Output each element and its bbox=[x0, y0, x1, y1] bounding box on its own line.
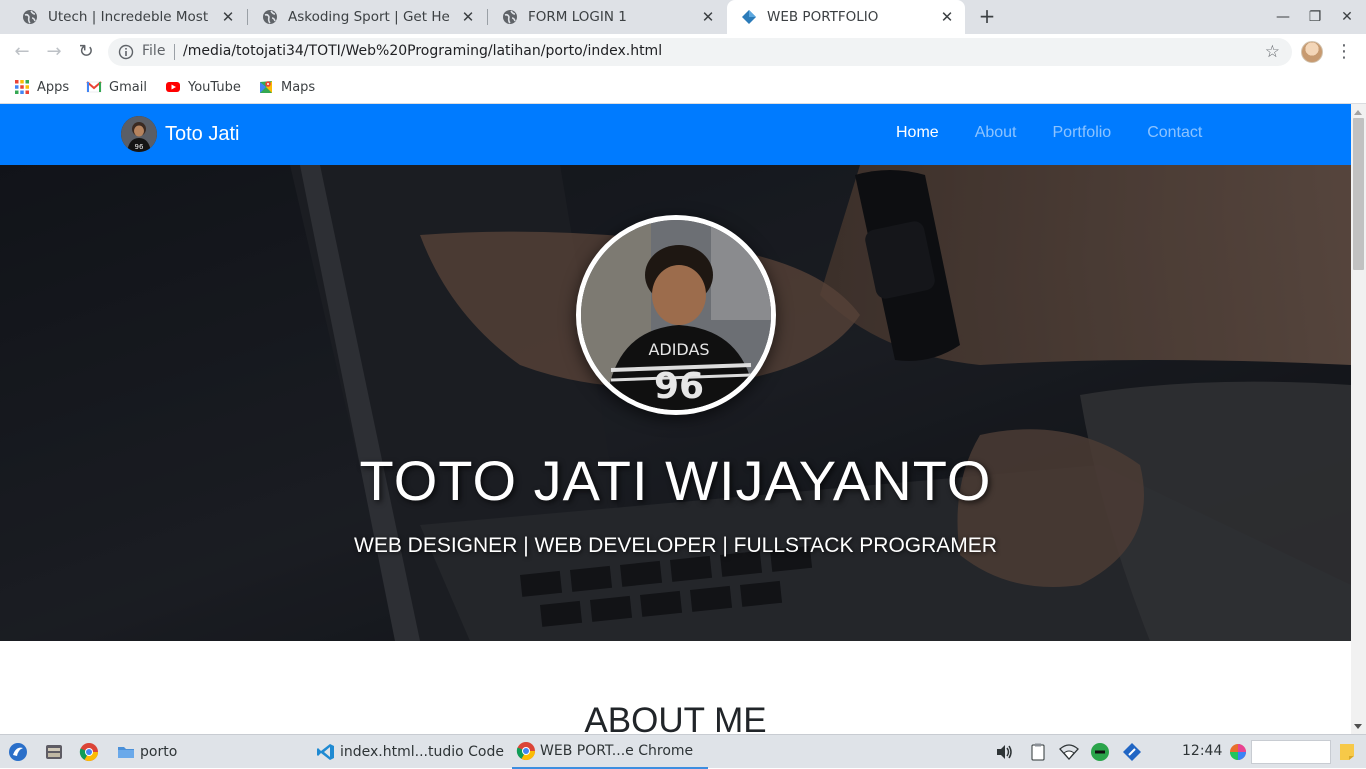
taskbar-item-label: WEB PORT...e Chrome bbox=[540, 743, 694, 759]
close-icon[interactable]: ✕ bbox=[700, 9, 716, 25]
apps-grid-icon bbox=[15, 80, 29, 94]
volume-icon[interactable] bbox=[994, 742, 1014, 762]
maps-icon bbox=[260, 81, 272, 93]
bookmark-youtube[interactable]: YouTube bbox=[165, 77, 241, 97]
bookmark-maps[interactable]: Maps bbox=[258, 77, 315, 97]
bookmark-apps[interactable]: Apps bbox=[14, 77, 69, 97]
bookmarks-bar: Apps Gmail YouTube Maps bbox=[0, 70, 1366, 104]
os-taskbar: porto index.html...tudio Code WEB PORT..… bbox=[0, 734, 1366, 769]
close-window-icon[interactable]: ✕ bbox=[1336, 6, 1358, 28]
bookmark-label: Maps bbox=[281, 79, 316, 95]
svg-text:ADIDAS: ADIDAS bbox=[648, 340, 709, 359]
bookmark-label: Apps bbox=[37, 79, 70, 95]
forward-arrow-icon[interactable]: → bbox=[42, 40, 66, 64]
close-icon[interactable]: ✕ bbox=[220, 9, 236, 25]
bookmark-label: YouTube bbox=[188, 79, 241, 95]
scroll-up-arrow-icon[interactable] bbox=[1354, 110, 1362, 115]
restore-icon[interactable]: ❐ bbox=[1304, 6, 1326, 28]
brand-name: Toto Jati bbox=[165, 122, 240, 145]
new-tab-button[interactable]: + bbox=[976, 6, 998, 28]
workspace-preview[interactable] bbox=[1251, 740, 1331, 764]
profile-photo: ADIDAS 96 bbox=[576, 215, 776, 415]
close-icon[interactable]: ✕ bbox=[460, 9, 476, 25]
address-divider bbox=[174, 44, 175, 60]
browser-tab-web-portfolio[interactable]: WEB PORTFOLIO ✕ bbox=[727, 0, 965, 34]
address-scheme-label: File bbox=[142, 43, 166, 59]
hero-tagline: WEB DESIGNER | WEB DEVELOPER | FULLSTACK… bbox=[354, 534, 997, 557]
address-url[interactable]: /media/totojati34/TOTI/Web%20Programing/… bbox=[183, 43, 662, 59]
globe-icon bbox=[23, 10, 37, 24]
browser-tab-form-login[interactable]: FORM LOGIN 1 ✕ bbox=[488, 0, 726, 34]
address-bar[interactable]: File /media/totojati34/TOTI/Web%20Progra… bbox=[108, 38, 1292, 66]
tab-title: FORM LOGIN 1 bbox=[528, 9, 627, 25]
back-arrow-icon[interactable]: ← bbox=[10, 40, 34, 64]
globe-icon bbox=[263, 10, 277, 24]
taskbar-item-vscode[interactable]: index.html...tudio Code bbox=[316, 735, 504, 769]
clipboard-icon[interactable] bbox=[1028, 742, 1048, 762]
tab-title: Utech | Incredeble Most Po bbox=[48, 9, 210, 25]
about-heading: ABOUT ME bbox=[584, 701, 767, 734]
globe-icon bbox=[503, 10, 517, 24]
site-navbar: 96 Toto Jati Home About Portfolio Contac… bbox=[0, 104, 1351, 165]
network-app-icon[interactable] bbox=[1122, 742, 1142, 762]
profile-avatar[interactable] bbox=[1301, 41, 1323, 63]
tab-title: Askoding Sport | Get Health bbox=[288, 9, 450, 25]
svg-text:96: 96 bbox=[654, 366, 704, 407]
browser-toolbar: ← → ↻ File /media/totojati34/TOTI/Web%20… bbox=[0, 34, 1366, 70]
brand-avatar: 96 bbox=[121, 116, 157, 152]
taskbar-item-chrome[interactable]: WEB PORT...e Chrome bbox=[512, 735, 708, 769]
sticky-note-icon[interactable] bbox=[1337, 742, 1357, 762]
chrome-icon[interactable] bbox=[79, 742, 99, 762]
scrollbar-thumb[interactable] bbox=[1353, 118, 1364, 270]
youtube-icon bbox=[166, 82, 180, 92]
svg-text:96: 96 bbox=[135, 143, 144, 151]
diamond-icon bbox=[742, 10, 756, 24]
taskbar-item-porto[interactable]: porto bbox=[116, 735, 177, 769]
page-scrollbar[interactable] bbox=[1351, 104, 1366, 734]
bookmark-gmail[interactable]: Gmail bbox=[86, 77, 147, 97]
browser-tab-strip: Utech | Incredeble Most Po ✕ Askoding Sp… bbox=[0, 0, 1366, 34]
scroll-down-arrow-icon[interactable] bbox=[1354, 724, 1362, 729]
site-brand[interactable]: 96 Toto Jati bbox=[121, 116, 239, 152]
hero-name: TOTO JATI WIJAYANTO bbox=[359, 449, 992, 512]
start-menu-icon[interactable] bbox=[8, 742, 28, 762]
vscode-icon bbox=[317, 744, 334, 760]
close-icon[interactable]: ✕ bbox=[939, 9, 955, 25]
wifi-icon[interactable] bbox=[1059, 742, 1079, 762]
nav-link-about[interactable]: About bbox=[975, 124, 1017, 142]
reload-icon[interactable]: ↻ bbox=[74, 40, 98, 64]
browser-tab-askoding[interactable]: Askoding Sport | Get Health ✕ bbox=[248, 0, 486, 34]
minimize-icon[interactable]: — bbox=[1272, 6, 1294, 28]
color-wheel-icon[interactable] bbox=[1228, 742, 1248, 762]
taskbar-clock: 12:44 bbox=[1182, 743, 1223, 759]
hero-section: ADIDAS 96 TOTO JATI WIJAYANTO WEB DESIGN… bbox=[0, 165, 1351, 641]
more-menu-icon[interactable]: ⋮ bbox=[1334, 40, 1354, 64]
taskbar-item-label: index.html...tudio Code bbox=[340, 744, 504, 760]
taskbar-item-label: porto bbox=[140, 744, 178, 760]
chrome-icon bbox=[516, 742, 535, 761]
bookmark-star-icon[interactable]: ☆ bbox=[1265, 42, 1280, 62]
site-nav-links: Home About Portfolio Contact bbox=[896, 124, 1238, 142]
browser-tab-utech[interactable]: Utech | Incredeble Most Po ✕ bbox=[8, 0, 246, 34]
tab-title: WEB PORTFOLIO bbox=[767, 9, 879, 25]
info-icon[interactable] bbox=[118, 44, 134, 60]
gmail-icon bbox=[86, 81, 102, 93]
file-manager-icon[interactable] bbox=[44, 742, 64, 762]
status-indicator-icon[interactable] bbox=[1090, 742, 1110, 762]
nav-link-contact[interactable]: Contact bbox=[1147, 124, 1202, 142]
nav-link-home[interactable]: Home bbox=[896, 124, 939, 142]
bookmark-label: Gmail bbox=[109, 79, 147, 95]
page-viewport: 96 Toto Jati Home About Portfolio Contac… bbox=[0, 104, 1351, 734]
nav-link-portfolio[interactable]: Portfolio bbox=[1053, 124, 1112, 142]
folder-icon bbox=[118, 747, 134, 758]
